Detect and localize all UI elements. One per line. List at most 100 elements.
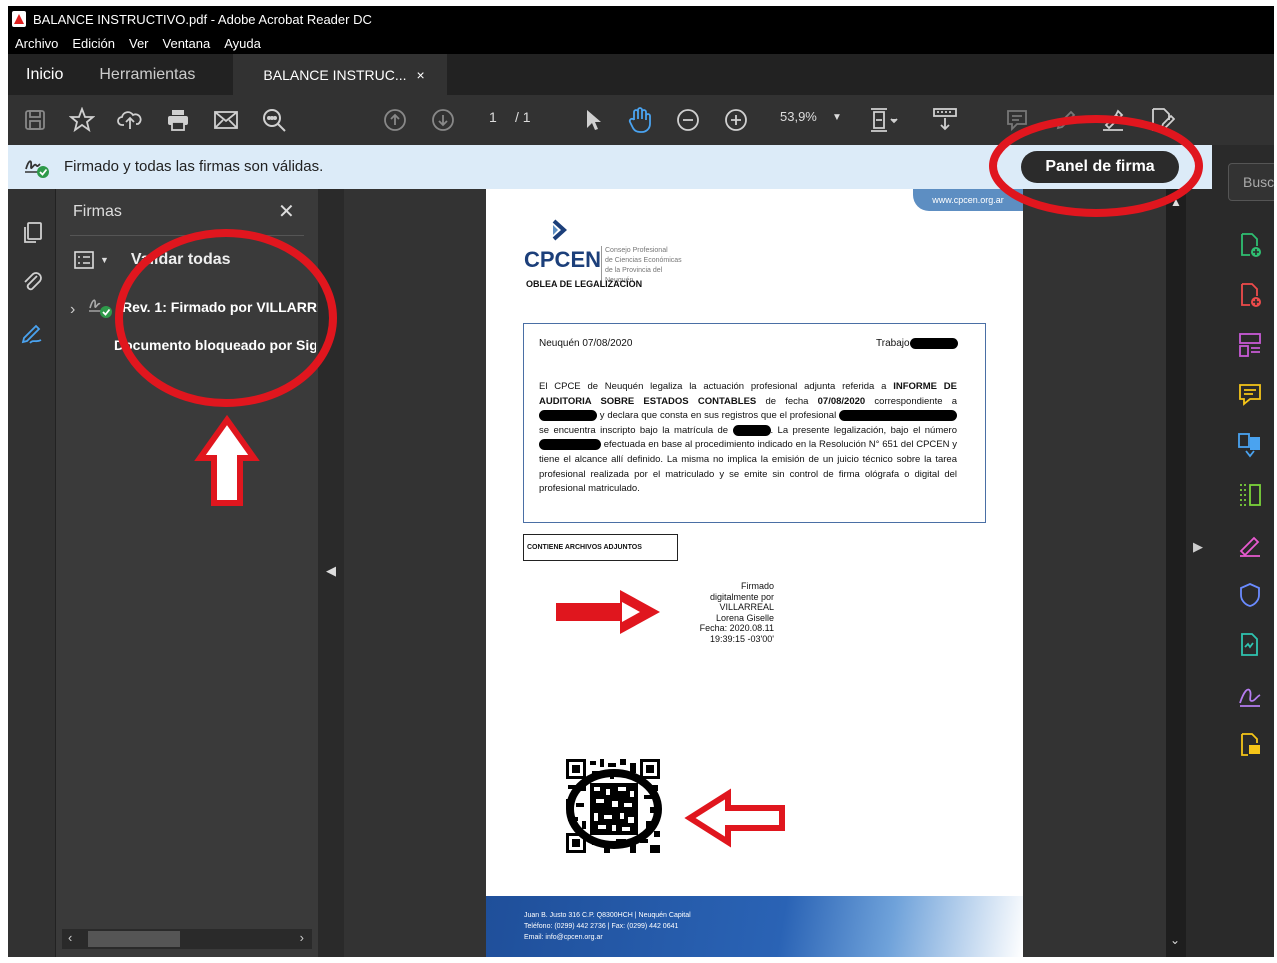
scroll-mode-icon[interactable] (930, 105, 960, 135)
search-zoom-icon[interactable] (259, 105, 289, 135)
tab-document[interactable]: BALANCE INSTRUC... × (233, 54, 447, 95)
signature-revision-item[interactable]: Rev. 1: Firmado por VILLARREAL (122, 299, 318, 315)
zoom-out-icon[interactable] (673, 105, 703, 135)
sign-icon[interactable] (1098, 105, 1128, 135)
expand-tools-icon[interactable]: ▶ (1193, 539, 1203, 555)
export-pdf-icon[interactable] (1236, 231, 1264, 259)
menu-edicion[interactable]: Edición (72, 36, 115, 51)
menu-ventana[interactable]: Ventana (163, 36, 211, 51)
certificates-pen-icon[interactable] (1236, 681, 1264, 709)
logo-sub-line: Consejo Profesional (605, 247, 668, 254)
measure-note-icon[interactable] (1236, 731, 1264, 759)
scroll-down-icon[interactable]: ⌄ (1170, 933, 1180, 947)
document-footer: Juan B. Justo 316 C.P. Q8300HCH | Neuqué… (486, 896, 1023, 957)
send-for-signature-icon[interactable] (1236, 631, 1264, 659)
attachments-paperclip-icon[interactable] (20, 269, 44, 293)
panel-divider (70, 235, 304, 236)
toolbar: 1 / 1 53,9% ▼ (8, 95, 1274, 145)
page-total: / 1 (515, 109, 531, 125)
protect-shield-icon[interactable] (1236, 581, 1264, 609)
zoom-level[interactable]: 53,9% (780, 109, 817, 124)
stamp-line: 19:39:15 -03'00' (710, 633, 774, 644)
document-locked-item[interactable]: Documento bloqueado por Signa (114, 337, 316, 353)
menu-bar: Archivo Edición Ver Ventana Ayuda (8, 32, 1274, 54)
tab-home[interactable]: Inicio (8, 54, 81, 95)
trabajo-label: Trabajo (876, 338, 910, 350)
signature-panel-button[interactable]: Panel de firma (1021, 151, 1179, 183)
redaction (539, 410, 597, 422)
menu-archivo[interactable]: Archivo (15, 36, 58, 51)
scroll-right-icon[interactable]: › (300, 930, 304, 945)
cloud-upload-icon[interactable] (115, 105, 145, 135)
text-span: y declara que consta en sus registros qu… (597, 410, 839, 422)
stamp-line: Lorena Giselle (715, 612, 774, 623)
tools-search-input[interactable]: Buscar (1228, 163, 1274, 201)
fill-sign-icon[interactable] (1146, 105, 1176, 135)
footer-line: Teléfono: (0299) 442 2736 | Fax: (0299) … (524, 923, 679, 930)
comment-icon[interactable] (1002, 105, 1032, 135)
footer-line: Juan B. Justo 316 C.P. Q8300HCH | Neuqué… (524, 912, 691, 919)
stamp-line: Firmado (740, 581, 774, 591)
text-bold: 07/08/2020 (817, 395, 866, 407)
document-url: www.cpcen.org.ar (913, 189, 1023, 211)
redaction (732, 424, 771, 436)
tab-document-label: BALANCE INSTRUC... (263, 66, 407, 83)
bookmark-star-icon[interactable] (67, 105, 97, 135)
menu-ver[interactable]: Ver (129, 36, 149, 51)
scrollbar-track[interactable] (1166, 189, 1186, 957)
print-icon[interactable] (163, 105, 193, 135)
title-bar: BALANCE INSTRUCTIVO.pdf - Adobe Acrobat … (8, 6, 1274, 32)
scrollbar-thumb[interactable] (88, 931, 180, 947)
date-line: Neuquén 07/08/2020 (539, 338, 633, 349)
stamp-line: digitalmente por (709, 591, 774, 602)
signature-status-message: Firmado y todas las firmas son válidas. (64, 158, 324, 175)
comment-tool-icon[interactable] (1236, 381, 1264, 409)
logo-sub-line: de Ciencias Económicas (605, 257, 682, 264)
window-title: BALANCE INSTRUCTIVO.pdf - Adobe Acrobat … (33, 11, 372, 27)
zoom-in-icon[interactable] (721, 105, 751, 135)
hand-tool-icon[interactable] (625, 105, 655, 135)
digital-signature-stamp[interactable]: Firmado digitalmente por VILLARREAL Lore… (674, 581, 774, 644)
stamp-line: VILLARREAL (719, 602, 774, 612)
document-viewport[interactable]: www.cpcen.org.ar CPCEN Consejo Profesion… (344, 189, 1166, 957)
validate-options[interactable]: ▼ Validar todas (74, 251, 231, 269)
menu-ayuda[interactable]: Ayuda (224, 36, 261, 51)
vertical-scrollbar[interactable]: ▲ ⌄ ▶ (1166, 189, 1212, 957)
tab-close-icon[interactable]: × (417, 67, 425, 83)
chevron-right-icon[interactable]: › (70, 301, 75, 319)
panel-splitter[interactable]: ◀ (318, 189, 344, 957)
close-panel-icon[interactable]: ✕ (278, 199, 295, 224)
combine-files-icon[interactable] (1236, 431, 1264, 459)
validate-all-button[interactable]: Validar todas (131, 251, 231, 269)
panel-horizontal-scrollbar[interactable]: ‹ › (62, 929, 312, 949)
tab-bar: Inicio Herramientas BALANCE INSTRUC... × (8, 54, 1274, 95)
zoom-dropdown-icon[interactable]: ▼ (832, 112, 842, 123)
tab-tools[interactable]: Herramientas (81, 54, 213, 95)
fit-page-icon[interactable] (868, 105, 898, 135)
text-span: El CPCE de Neuquén legaliza la actuación… (539, 381, 894, 392)
compress-pdf-icon[interactable] (1236, 481, 1264, 509)
organize-pages-icon[interactable] (1236, 331, 1264, 359)
scroll-up-icon[interactable]: ▲ (1170, 195, 1182, 209)
text-span: correspondiente a (865, 395, 957, 407)
email-icon[interactable] (211, 105, 241, 135)
create-pdf-icon[interactable] (1236, 281, 1264, 309)
text-span: efectuada en base al procedimiento indic… (539, 439, 957, 495)
save-icon[interactable] (20, 105, 50, 135)
pdf-file-icon (12, 11, 26, 27)
page-number-input[interactable]: 1 (489, 109, 497, 125)
highlight-pen-icon[interactable] (1051, 105, 1081, 135)
chevron-down-icon[interactable]: ▼ (100, 255, 109, 265)
scroll-left-icon[interactable]: ‹ (68, 930, 72, 945)
signatures-pen-icon[interactable] (20, 321, 44, 345)
options-list-icon[interactable] (74, 251, 94, 269)
attachments-label: CONTIENE ARCHIVOS ADJUNTOS (523, 534, 678, 561)
footer-line: Email: info@cpcen.org.ar (524, 934, 603, 941)
tools-pane: Buscar (1212, 145, 1274, 957)
pages-thumbnails-icon[interactable] (20, 221, 44, 245)
select-cursor-icon[interactable] (578, 105, 608, 135)
next-page-icon[interactable] (428, 105, 458, 135)
previous-page-icon[interactable] (380, 105, 410, 135)
fill-and-sign-icon[interactable] (1236, 531, 1264, 559)
collapse-panel-icon[interactable]: ◀ (326, 563, 336, 579)
